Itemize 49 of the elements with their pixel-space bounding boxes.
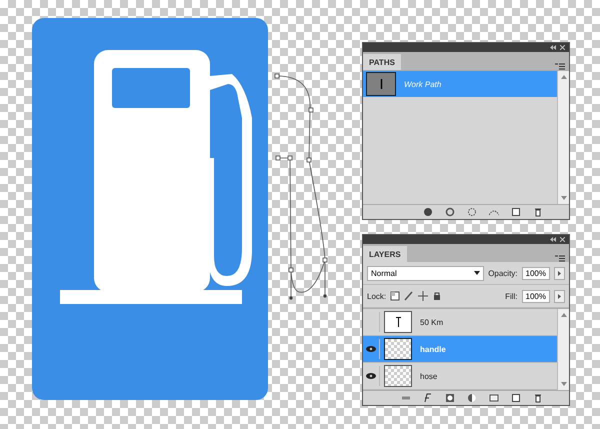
panel-menu-icon[interactable]	[555, 255, 565, 262]
layer-row[interactable]: hose	[363, 363, 557, 390]
caret-icon	[474, 271, 480, 275]
opacity-label: Opacity:	[488, 268, 518, 278]
layer-thumbnail	[384, 338, 412, 360]
lock-transparency-icon[interactable]	[390, 291, 400, 301]
scrollbar[interactable]	[557, 309, 569, 390]
scrollbar[interactable]	[557, 71, 569, 204]
mask-icon[interactable]	[445, 393, 455, 403]
eye-icon	[366, 346, 376, 352]
panel-menu-icon[interactable]	[555, 63, 565, 70]
trash-icon[interactable]	[533, 393, 543, 403]
new-layer-icon[interactable]	[511, 393, 521, 403]
fill-stepper[interactable]	[554, 290, 565, 302]
blend-mode-dropdown[interactable]: Normal	[367, 266, 484, 280]
selection-icon[interactable]	[467, 207, 477, 217]
arrow-icon	[558, 270, 561, 276]
panel-tab[interactable]: LAYERS	[363, 246, 407, 262]
scroll-arrow-icon[interactable]	[560, 382, 566, 386]
visibility-toggle[interactable]	[363, 366, 380, 386]
eye-icon	[366, 373, 376, 379]
close-icon[interactable]	[560, 45, 565, 50]
lock-label: Lock:	[367, 292, 386, 300]
lock-icon[interactable]	[432, 291, 442, 301]
new-path-icon[interactable]	[511, 207, 521, 217]
fill-label: Fill:	[505, 292, 518, 300]
collapse-icon[interactable]	[550, 237, 556, 242]
layer-thumbnail	[384, 365, 412, 387]
scroll-arrow-icon[interactable]	[560, 196, 566, 200]
effects-icon[interactable]	[423, 393, 433, 403]
text-layer-icon	[396, 317, 400, 327]
adjustment-icon[interactable]	[467, 393, 477, 403]
arrow-icon	[558, 294, 561, 298]
trash-icon[interactable]	[533, 207, 543, 217]
fill-field[interactable]: 100%	[522, 290, 550, 302]
move-icon[interactable]	[418, 291, 428, 301]
visibility-toggle[interactable]	[363, 339, 380, 359]
fill-path-icon[interactable]	[423, 207, 433, 217]
scroll-arrow-icon[interactable]	[560, 313, 566, 317]
collapse-icon[interactable]	[550, 45, 556, 50]
path-thumbnail	[366, 72, 396, 96]
opacity-stepper[interactable]	[554, 266, 565, 280]
opacity-field[interactable]: 100%	[522, 266, 550, 280]
stroke-path-icon[interactable]	[445, 207, 455, 217]
brush-icon[interactable]	[404, 291, 414, 301]
scroll-arrow-icon[interactable]	[560, 75, 566, 79]
close-icon[interactable]	[560, 237, 565, 242]
panel-tab[interactable]: PATHS	[363, 54, 401, 70]
folder-icon[interactable]	[489, 393, 499, 403]
